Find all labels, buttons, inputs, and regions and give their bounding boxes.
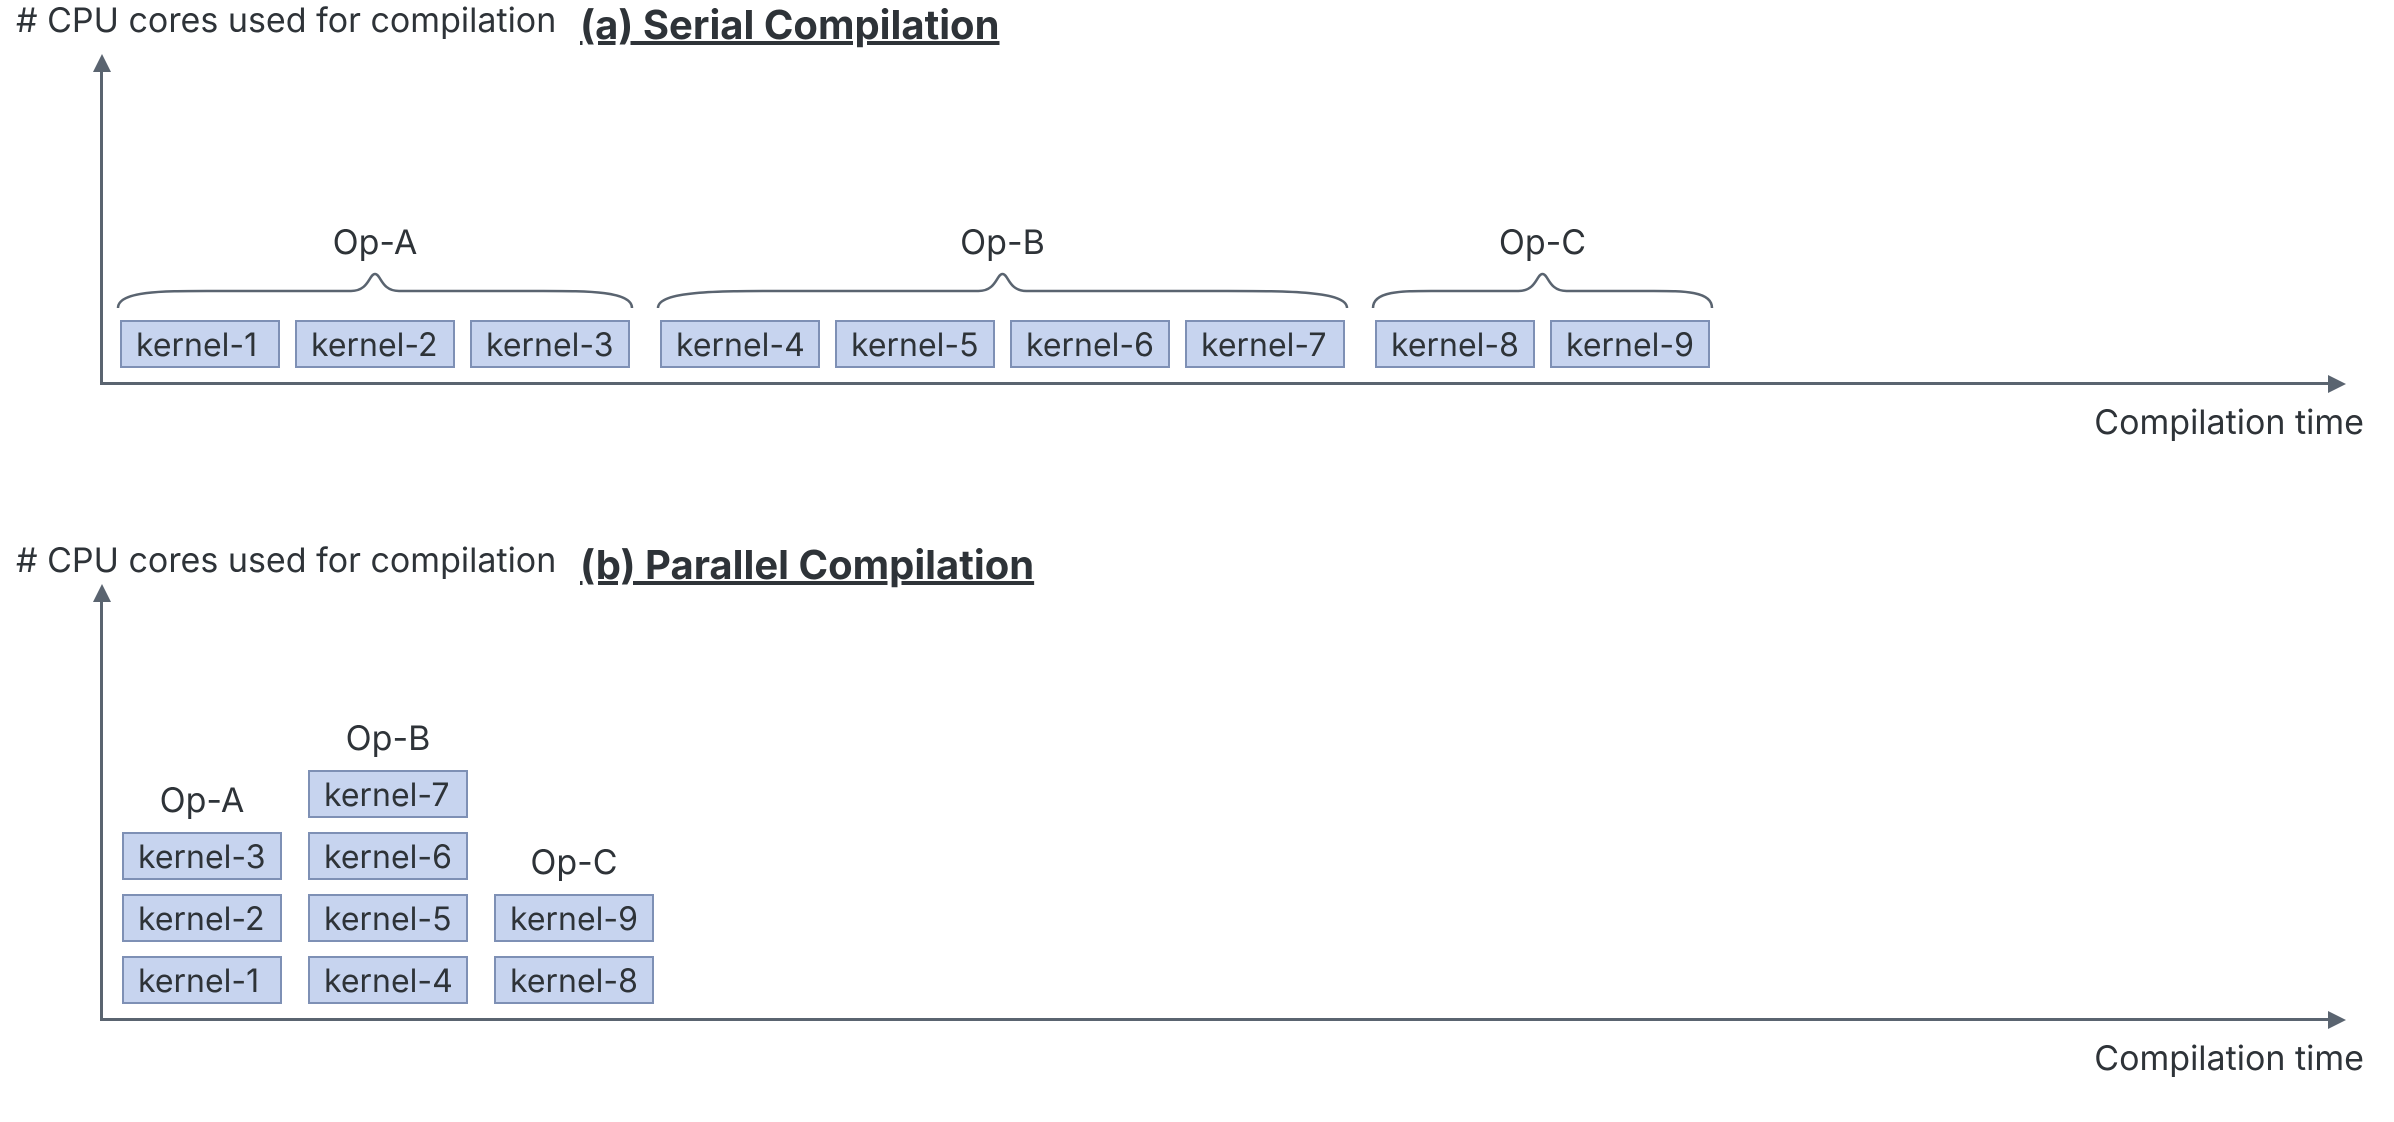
y-axis-line-b (100, 598, 103, 1020)
x-axis-arrow-icon (2328, 375, 2346, 393)
op-group-label: Op-B (953, 222, 1053, 263)
kernel-box: kernel-9 (494, 894, 654, 942)
kernel-box: kernel-9 (1550, 320, 1710, 368)
brace-icon (656, 272, 1349, 310)
y-axis-arrow-icon (93, 54, 111, 72)
kernel-box: kernel-1 (120, 320, 280, 368)
kernel-box: kernel-2 (295, 320, 455, 368)
x-axis-line-b (100, 1018, 2330, 1021)
op-group-label: Op-A (147, 780, 257, 821)
panel-title-b: (b) Parallel Compilation (580, 540, 1034, 589)
y-axis-label-a: # CPU cores used for compilation (16, 0, 556, 41)
op-group-label: Op-A (325, 222, 425, 263)
op-group-label: Op-C (1493, 222, 1593, 263)
brace-icon (116, 272, 634, 310)
x-axis-label-b: Compilation time (2094, 1038, 2364, 1079)
brace-icon (1371, 272, 1714, 310)
x-axis-arrow-icon (2328, 1011, 2346, 1029)
diagram-root: # CPU cores used for compilation (a) Ser… (0, 0, 2394, 1122)
kernel-box: kernel-5 (835, 320, 995, 368)
panel-serial: # CPU cores used for compilation (a) Ser… (10, 0, 2384, 470)
op-group-label: Op-B (333, 718, 443, 759)
kernel-box: kernel-7 (308, 770, 468, 818)
kernel-box: kernel-1 (122, 956, 282, 1004)
kernel-box: kernel-2 (122, 894, 282, 942)
panel-title-a: (a) Serial Compilation (580, 0, 1000, 49)
kernel-box: kernel-8 (1375, 320, 1535, 368)
kernel-box: kernel-3 (122, 832, 282, 880)
kernel-box: kernel-6 (308, 832, 468, 880)
y-axis-label-b: # CPU cores used for compilation (16, 540, 556, 581)
kernel-box: kernel-8 (494, 956, 654, 1004)
panel-parallel: # CPU cores used for compilation (b) Par… (10, 540, 2384, 1100)
kernel-box: kernel-6 (1010, 320, 1170, 368)
x-axis-label-a: Compilation time (2094, 402, 2364, 443)
y-axis-line-a (100, 68, 103, 384)
kernel-box: kernel-5 (308, 894, 468, 942)
op-group-label: Op-C (519, 842, 629, 883)
x-axis-line-a (100, 382, 2330, 385)
kernel-box: kernel-7 (1185, 320, 1345, 368)
kernel-box: kernel-3 (470, 320, 630, 368)
y-axis-arrow-icon (93, 584, 111, 602)
kernel-box: kernel-4 (308, 956, 468, 1004)
kernel-box: kernel-4 (660, 320, 820, 368)
